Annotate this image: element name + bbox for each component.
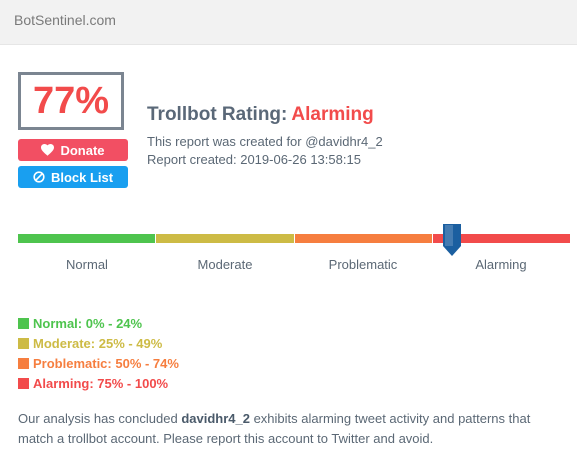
analysis-summary: Our analysis has concluded davidhr4_2 ex… — [18, 409, 563, 449]
scale-label-problematic: Problematic — [328, 257, 398, 272]
rating-legend: Normal: 0% - 24% Moderate: 25% - 49% Probl… — [18, 313, 179, 393]
score-box: 77% — [18, 72, 124, 130]
donate-label: Donate — [60, 142, 105, 158]
scale-label-moderate: Moderate — [197, 257, 253, 272]
legend-item: Alarming: 75% - 100% — [18, 373, 179, 393]
legend-label: Alarming: 75% - 100% — [33, 375, 169, 391]
report-created-at: Report created: 2019-06-26 13:58:15 — [147, 152, 361, 167]
score-percent: 77% — [32, 79, 110, 122]
donate-button[interactable]: Donate — [18, 139, 128, 161]
legend-swatch — [18, 317, 29, 329]
legend-label: Problematic: 50% - 74% — [33, 355, 179, 371]
rating-value: Alarming — [291, 104, 374, 125]
scale-segment-problematic — [294, 234, 432, 243]
legend-swatch — [18, 377, 29, 389]
summary-username: davidhr4_2 — [181, 411, 250, 426]
scale-label-alarming: Alarming — [475, 257, 527, 272]
summary-before: Our analysis has concluded — [18, 411, 182, 426]
block-list-button[interactable]: Block List — [18, 166, 128, 188]
legend-label: Moderate: 25% - 49% — [33, 335, 163, 351]
scale-segment-moderate — [156, 234, 294, 243]
legend-label: Normal: 0% - 24% — [33, 315, 143, 331]
report-created-for: This report was created for @davidhr4_2 — [147, 134, 383, 149]
rating-title-prefix: Trollbot Rating: — [147, 104, 288, 125]
site-name[interactable]: BotSentinel.com — [14, 12, 116, 28]
block-list-label: Block List — [50, 169, 114, 185]
rating-title: Trollbot Rating: Alarming — [147, 104, 374, 126]
rating-scale-bar — [18, 234, 570, 243]
ban-icon — [33, 171, 45, 183]
top-bar: BotSentinel.com — [0, 0, 577, 45]
scale-segment-normal — [18, 234, 156, 243]
legend-swatch — [18, 337, 29, 349]
legend-item: Moderate: 25% - 49% — [18, 333, 179, 353]
scale-label-normal: Normal — [66, 257, 108, 272]
legend-item: Problematic: 50% - 74% — [18, 353, 179, 373]
legend-swatch — [18, 357, 29, 369]
heart-icon — [41, 144, 55, 156]
legend-item: Normal: 0% - 24% — [18, 313, 179, 333]
